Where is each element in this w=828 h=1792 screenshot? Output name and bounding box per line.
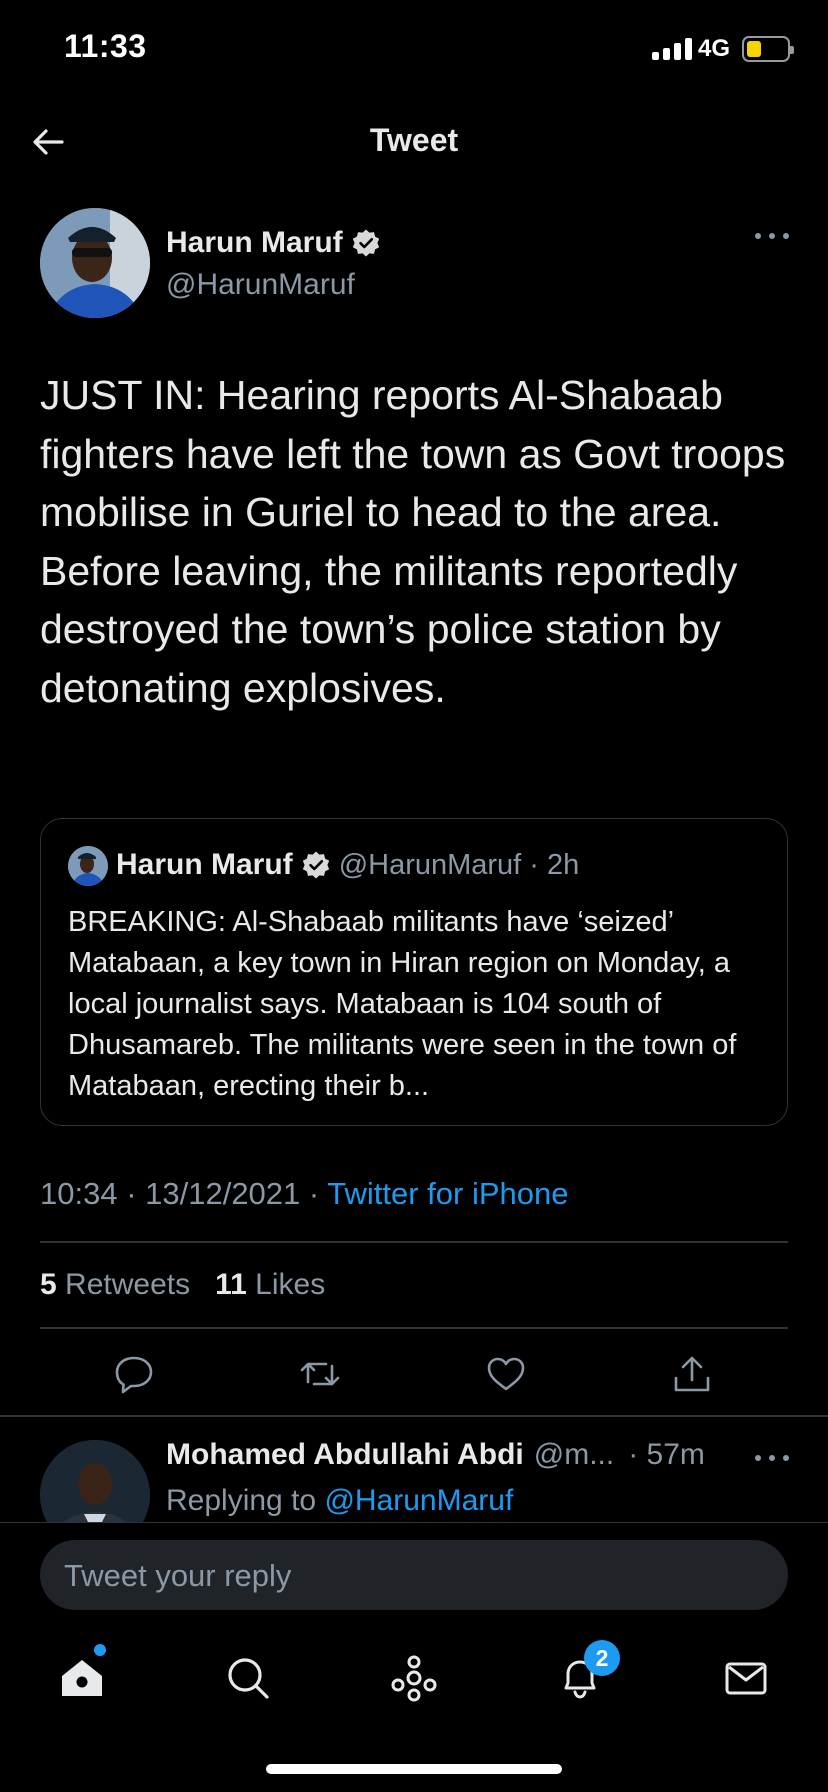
messages-icon[interactable]: [720, 1652, 772, 1704]
reply-header: Mohamed Abdullahi Abdi @m... · 57m: [166, 1438, 786, 1472]
divider: [0, 1415, 828, 1417]
quoted-author-handle: @HarunMaruf: [338, 848, 522, 881]
tweet-source-link[interactable]: Twitter for iPhone: [327, 1176, 568, 1211]
quoted-tweet-header: Harun Maruf @HarunMaruf · 2h: [116, 848, 579, 882]
search-icon[interactable]: [222, 1652, 274, 1704]
spaces-icon[interactable]: [388, 1652, 440, 1704]
reply-more-options-icon[interactable]: [752, 1448, 792, 1468]
home-icon[interactable]: [56, 1652, 108, 1704]
reply-input-placeholder: Tweet your reply: [64, 1558, 292, 1593]
page-title: Tweet: [369, 122, 459, 158]
author-avatar[interactable]: [40, 208, 150, 318]
notifications-badge: 2: [584, 1640, 620, 1676]
like-heart-icon[interactable]: [484, 1352, 528, 1396]
home-unread-dot: [94, 1644, 106, 1656]
tweet-stats: 5 Retweets 11 Likes: [40, 1268, 325, 1302]
retweets-stat[interactable]: 5 Retweets: [40, 1268, 190, 1301]
author-handle[interactable]: @HarunMaruf: [166, 268, 355, 302]
divider: [40, 1327, 788, 1329]
quoted-author-avatar: [68, 846, 108, 886]
reply-icon[interactable]: [112, 1352, 156, 1396]
back-arrow-icon[interactable]: [28, 122, 68, 162]
status-time: 11:33: [64, 28, 147, 64]
battery-icon: [742, 36, 794, 62]
reply-author-name[interactable]: Mohamed Abdullahi Abdi: [166, 1438, 524, 1472]
divider: [40, 1241, 788, 1243]
verified-badge-icon: [352, 229, 379, 257]
likes-stat[interactable]: 11 Likes: [215, 1268, 325, 1301]
network-type: 4G: [698, 35, 731, 62]
quoted-author-name: Harun Maruf: [116, 848, 293, 881]
share-icon[interactable]: [670, 1352, 714, 1396]
replying-to: Replying to @HarunMaruf: [166, 1484, 514, 1517]
reply-time: · 57m: [628, 1438, 705, 1471]
reply-author-handle[interactable]: @m...: [534, 1438, 614, 1472]
author-name[interactable]: Harun Maruf: [166, 226, 381, 260]
home-indicator: [266, 1764, 562, 1774]
replying-to-mention[interactable]: @HarunMaruf: [324, 1484, 513, 1517]
verified-badge-icon: [302, 851, 329, 879]
tweet-timestamp: 10:34 · 13/12/2021 · Twitter for iPhone: [40, 1176, 569, 1211]
retweet-icon[interactable]: [298, 1352, 342, 1396]
quoted-tweet-text: BREAKING: Al-Shabaab militants have ‘sei…: [68, 906, 737, 1102]
more-options-icon[interactable]: [752, 226, 792, 246]
quoted-tweet-time: · 2h: [529, 848, 580, 881]
tweet-text: JUST IN: Hearing reports Al-Shabaab figh…: [40, 372, 786, 711]
signal-strength-icon: [652, 38, 692, 60]
